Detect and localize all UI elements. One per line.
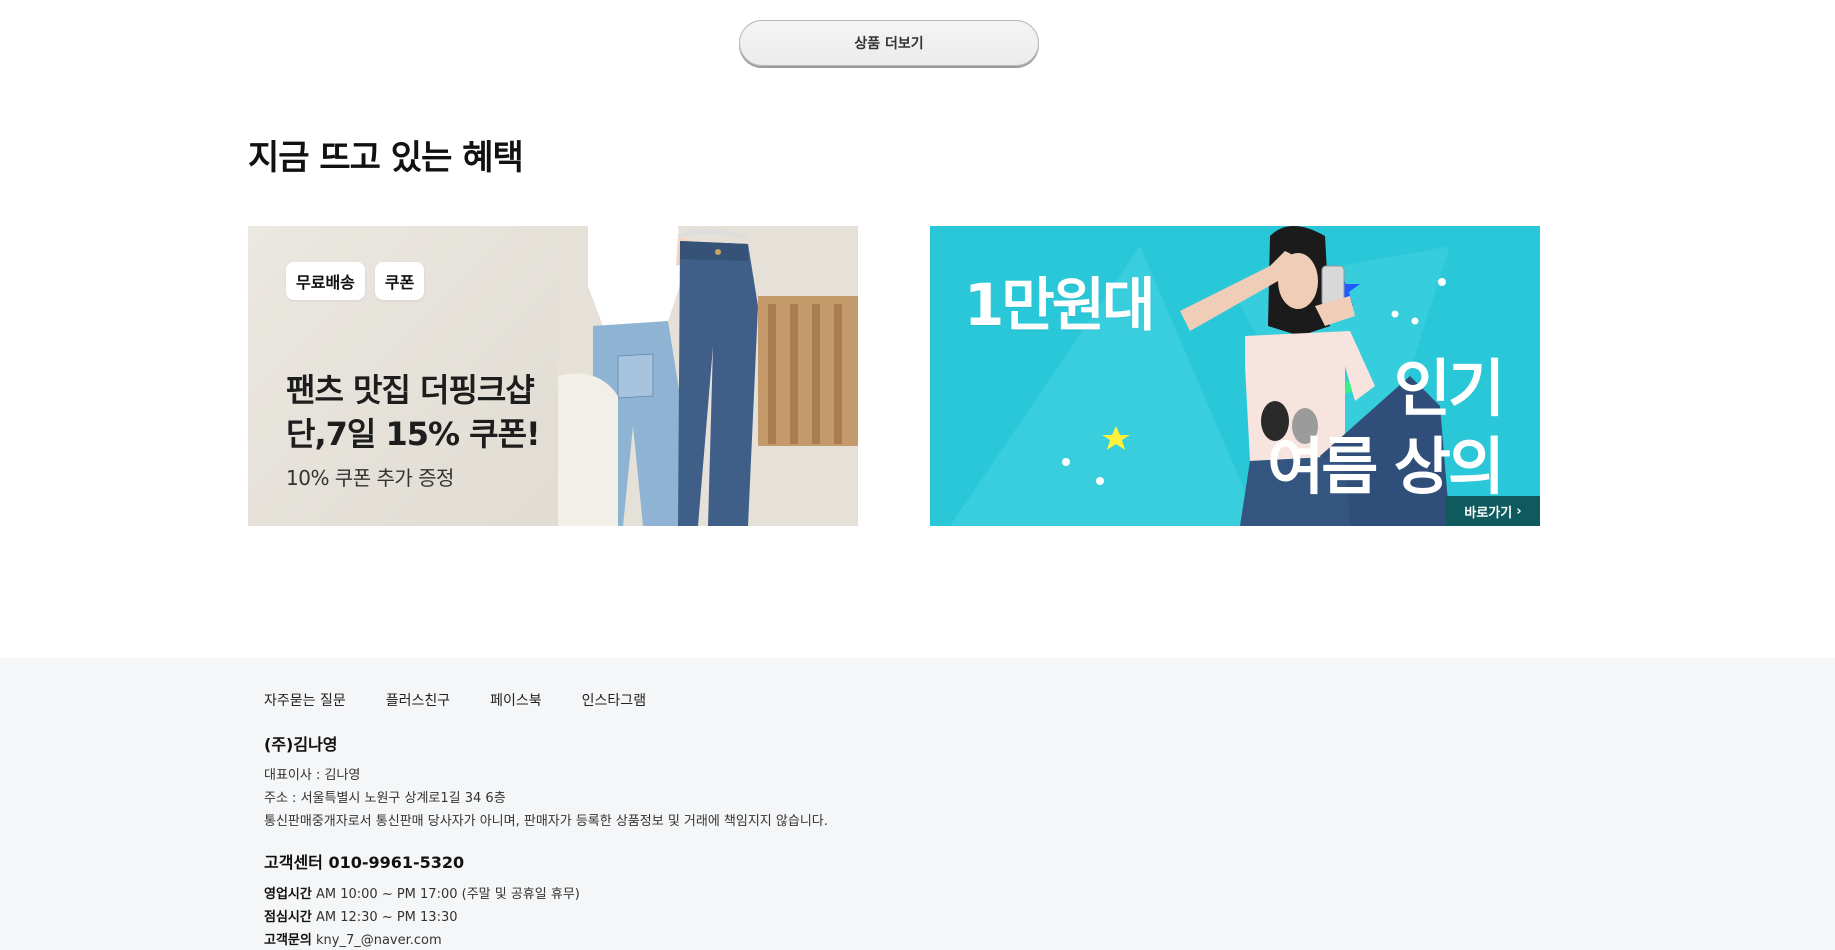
customer-inquiry-email[interactable]: kny_7_@naver.com [316,933,442,948]
business-hours-label: 영업시간 [264,887,312,902]
coupon-tag: 쿠폰 [374,262,425,300]
banner-tags: 무료배송 쿠폰 [286,262,425,300]
customer-center-title: 고객센터 010-9961-5320 [264,853,465,872]
section-title: 지금 뜨고 있는 혜택 [248,138,524,178]
business-hours: 영업시간 AM 10:00 ~ PM 17:00 (주말 및 공휴일 휴무) [264,883,580,902]
company-address: 주소 : 서울특별시 노원구 상계로1길 34 6층 [264,791,506,806]
lunch-hours: 점심시간 AM 12:30 ~ PM 13:30 [264,906,458,925]
page: 상품 더보기 지금 뜨고 있는 혜택 무료배송 쿠폰 팬츠 맛집 더핑크샵 단,… [0,0,1835,950]
customer-inquiry: 고객문의 kny_7_@naver.com [264,929,442,948]
summer-tops-label: 여름 상의 [1267,430,1505,503]
more-products-label: 상품 더보기 [854,36,924,52]
promo-banner-summer-tops[interactable]: 1만원대 인기 여름 상의 바로가기 › [930,226,1540,526]
banner-headline: 팬츠 맛집 더핑크샵 단,7일 15% 쿠폰! [286,371,541,453]
jeans-photo [558,226,858,526]
footer-link-facebook[interactable]: 페이스북 [490,690,542,710]
shortcut-button[interactable]: 바로가기 › [1446,496,1540,526]
banner-subtext: 10% 쿠폰 추가 증정 [286,466,454,490]
lunch-hours-label: 점심시간 [264,910,312,925]
company-name: (주)김나영 [264,735,338,754]
free-shipping-tag: 무료배송 [286,262,365,300]
chevron-right-icon: › [1516,503,1522,519]
footer-links: 자주묻는 질문 플러스친구 페이스북 인스타그램 [264,690,646,710]
lunch-hours-value: AM 12:30 ~ PM 13:30 [315,910,458,925]
footer-link-instagram[interactable]: 인스타그램 [582,690,646,710]
popular-label: 인기 [1393,352,1505,425]
company-notice: 통신판매중개자로서 통신판매 당사자가 아니며, 판매자가 등록한 상품정보 및… [264,814,828,829]
business-hours-value: AM 10:00 ~ PM 17:00 (주말 및 공휴일 휴무) [315,887,580,902]
footer-link-plus-friend[interactable]: 플러스친구 [386,690,450,710]
footer: 자주묻는 질문 플러스친구 페이스북 인스타그램 (주)김나영 대표이사 : 김… [0,658,1835,950]
promo-banner-pants-coupon[interactable]: 무료배송 쿠폰 팬츠 맛집 더핑크샵 단,7일 15% 쿠폰! 10% 쿠폰 추… [248,226,858,526]
shortcut-label: 바로가기 [1464,505,1513,521]
footer-link-faq[interactable]: 자주묻는 질문 [264,690,346,710]
more-products-button[interactable]: 상품 더보기 [739,20,1039,66]
company-ceo: 대표이사 : 김나영 [264,768,361,783]
customer-inquiry-label: 고객문의 [264,933,312,948]
price-range-label: 1만원대 [964,271,1155,339]
